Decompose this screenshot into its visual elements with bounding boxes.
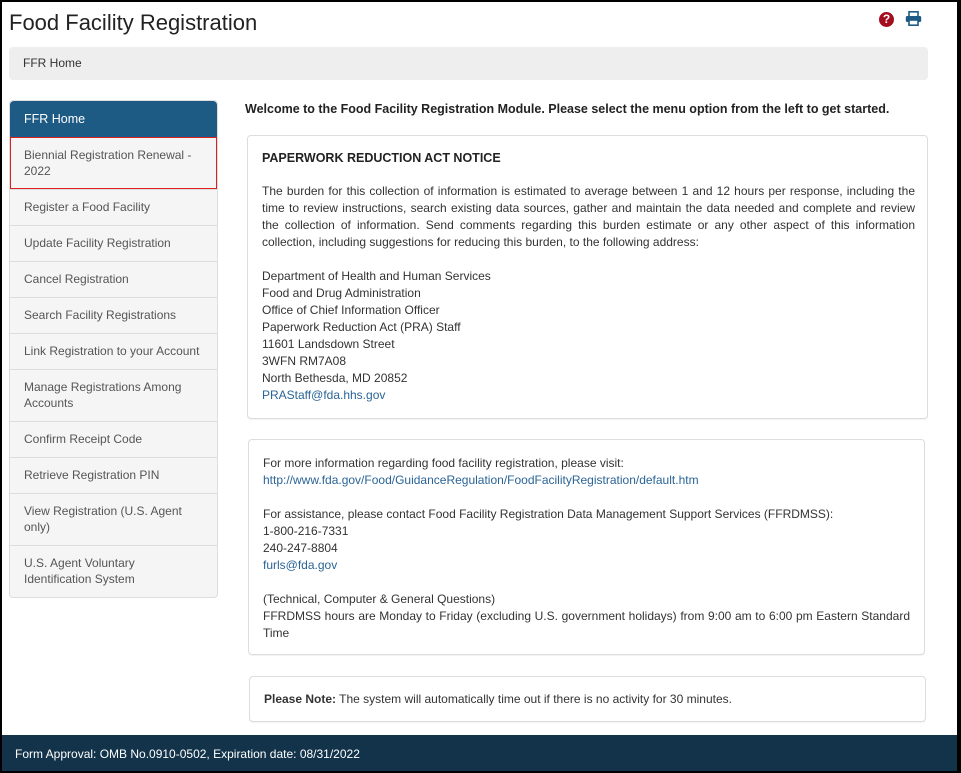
sidebar-item-search-registrations[interactable]: Search Facility Registrations [10,297,217,333]
address-line: 11601 Landsdown Street [262,337,395,351]
sidebar-item-biennial-renewal[interactable]: Biennial Registration Renewal - 2022 [10,137,217,189]
sidebar-item-us-agent-vis[interactable]: U.S. Agent Voluntary Identification Syst… [10,545,217,597]
note-label: Please Note: [264,692,337,706]
note-text: The system will automatically time out i… [336,692,732,706]
footer: Form Approval: OMB No.0910-0502, Expirat… [2,735,957,771]
phone-2: 240-247-8804 [263,541,338,555]
address-line: Food and Drug Administration [262,286,421,300]
address-line: Office of Chief Information Officer [262,303,440,317]
timeout-note-panel: Please Note: The system will automatical… [249,676,926,722]
main-content: Welcome to the Food Facility Registratio… [245,102,930,722]
pra-text: The burden for this collection of inform… [262,184,915,249]
address-line: 3WFN RM7A08 [262,354,347,368]
app-title: Food Facility Registration [9,10,258,35]
hours-text: FFRDMSS hours are Monday to Friday (excl… [263,609,910,640]
sidebar-item-retrieve-pin[interactable]: Retrieve Registration PIN [10,457,217,493]
welcome-message: Welcome to the Food Facility Registratio… [245,102,890,116]
address-line: North Bethesda, MD 20852 [262,371,408,385]
footer-text: Form Approval: OMB No.0910-0502, Expirat… [15,747,360,761]
contact-info-panel: For more information regarding food faci… [248,439,925,655]
more-info-text: For more information regarding food faci… [263,456,624,470]
fda-info-link[interactable]: http://www.fda.gov/Food/GuidanceRegulati… [263,473,699,487]
furls-email-link[interactable]: furls@fda.gov [263,558,337,572]
address-line: Department of Health and Human Services [262,269,491,283]
pra-notice-panel: PAPERWORK REDUCTION ACT NOTICE The burde… [247,135,928,419]
breadcrumb: FFR Home [9,47,928,80]
question-circle-icon[interactable]: ? [879,12,894,27]
sidebar-item-cancel-registration[interactable]: Cancel Registration [10,261,217,297]
sidebar-item-register-facility[interactable]: Register a Food Facility [10,189,217,225]
sidebar-item-ffr-home[interactable]: FFR Home [10,101,217,137]
sidebar-item-update-registration[interactable]: Update Facility Registration [10,225,217,261]
questions-text: (Technical, Computer & General Questions… [263,592,496,606]
assistance-text: For assistance, please contact Food Faci… [263,507,834,521]
phone-1: 1-800-216-7331 [263,524,349,538]
sidebar-item-link-registration[interactable]: Link Registration to your Account [10,333,217,369]
pra-email-link[interactable]: PRAStaff@fda.hhs.gov [262,388,385,402]
page: Food Facility Registration ? FFR Home FF… [2,2,957,771]
pra-address: Department of Health and Human Services … [262,268,915,404]
address-line: Paperwork Reduction Act (PRA) Staff [262,320,461,334]
breadcrumb-current: FFR Home [23,56,82,70]
sidebar-item-confirm-receipt[interactable]: Confirm Receipt Code [10,421,217,457]
print-icon[interactable] [905,11,922,26]
sidebar-item-manage-registrations[interactable]: Manage Registrations Among Accounts [10,369,217,421]
sidebar-item-view-registration[interactable]: View Registration (U.S. Agent only) [10,493,217,545]
sidebar-nav: FFR Home Biennial Registration Renewal -… [9,100,218,598]
pra-title: PAPERWORK REDUCTION ACT NOTICE [262,151,501,165]
